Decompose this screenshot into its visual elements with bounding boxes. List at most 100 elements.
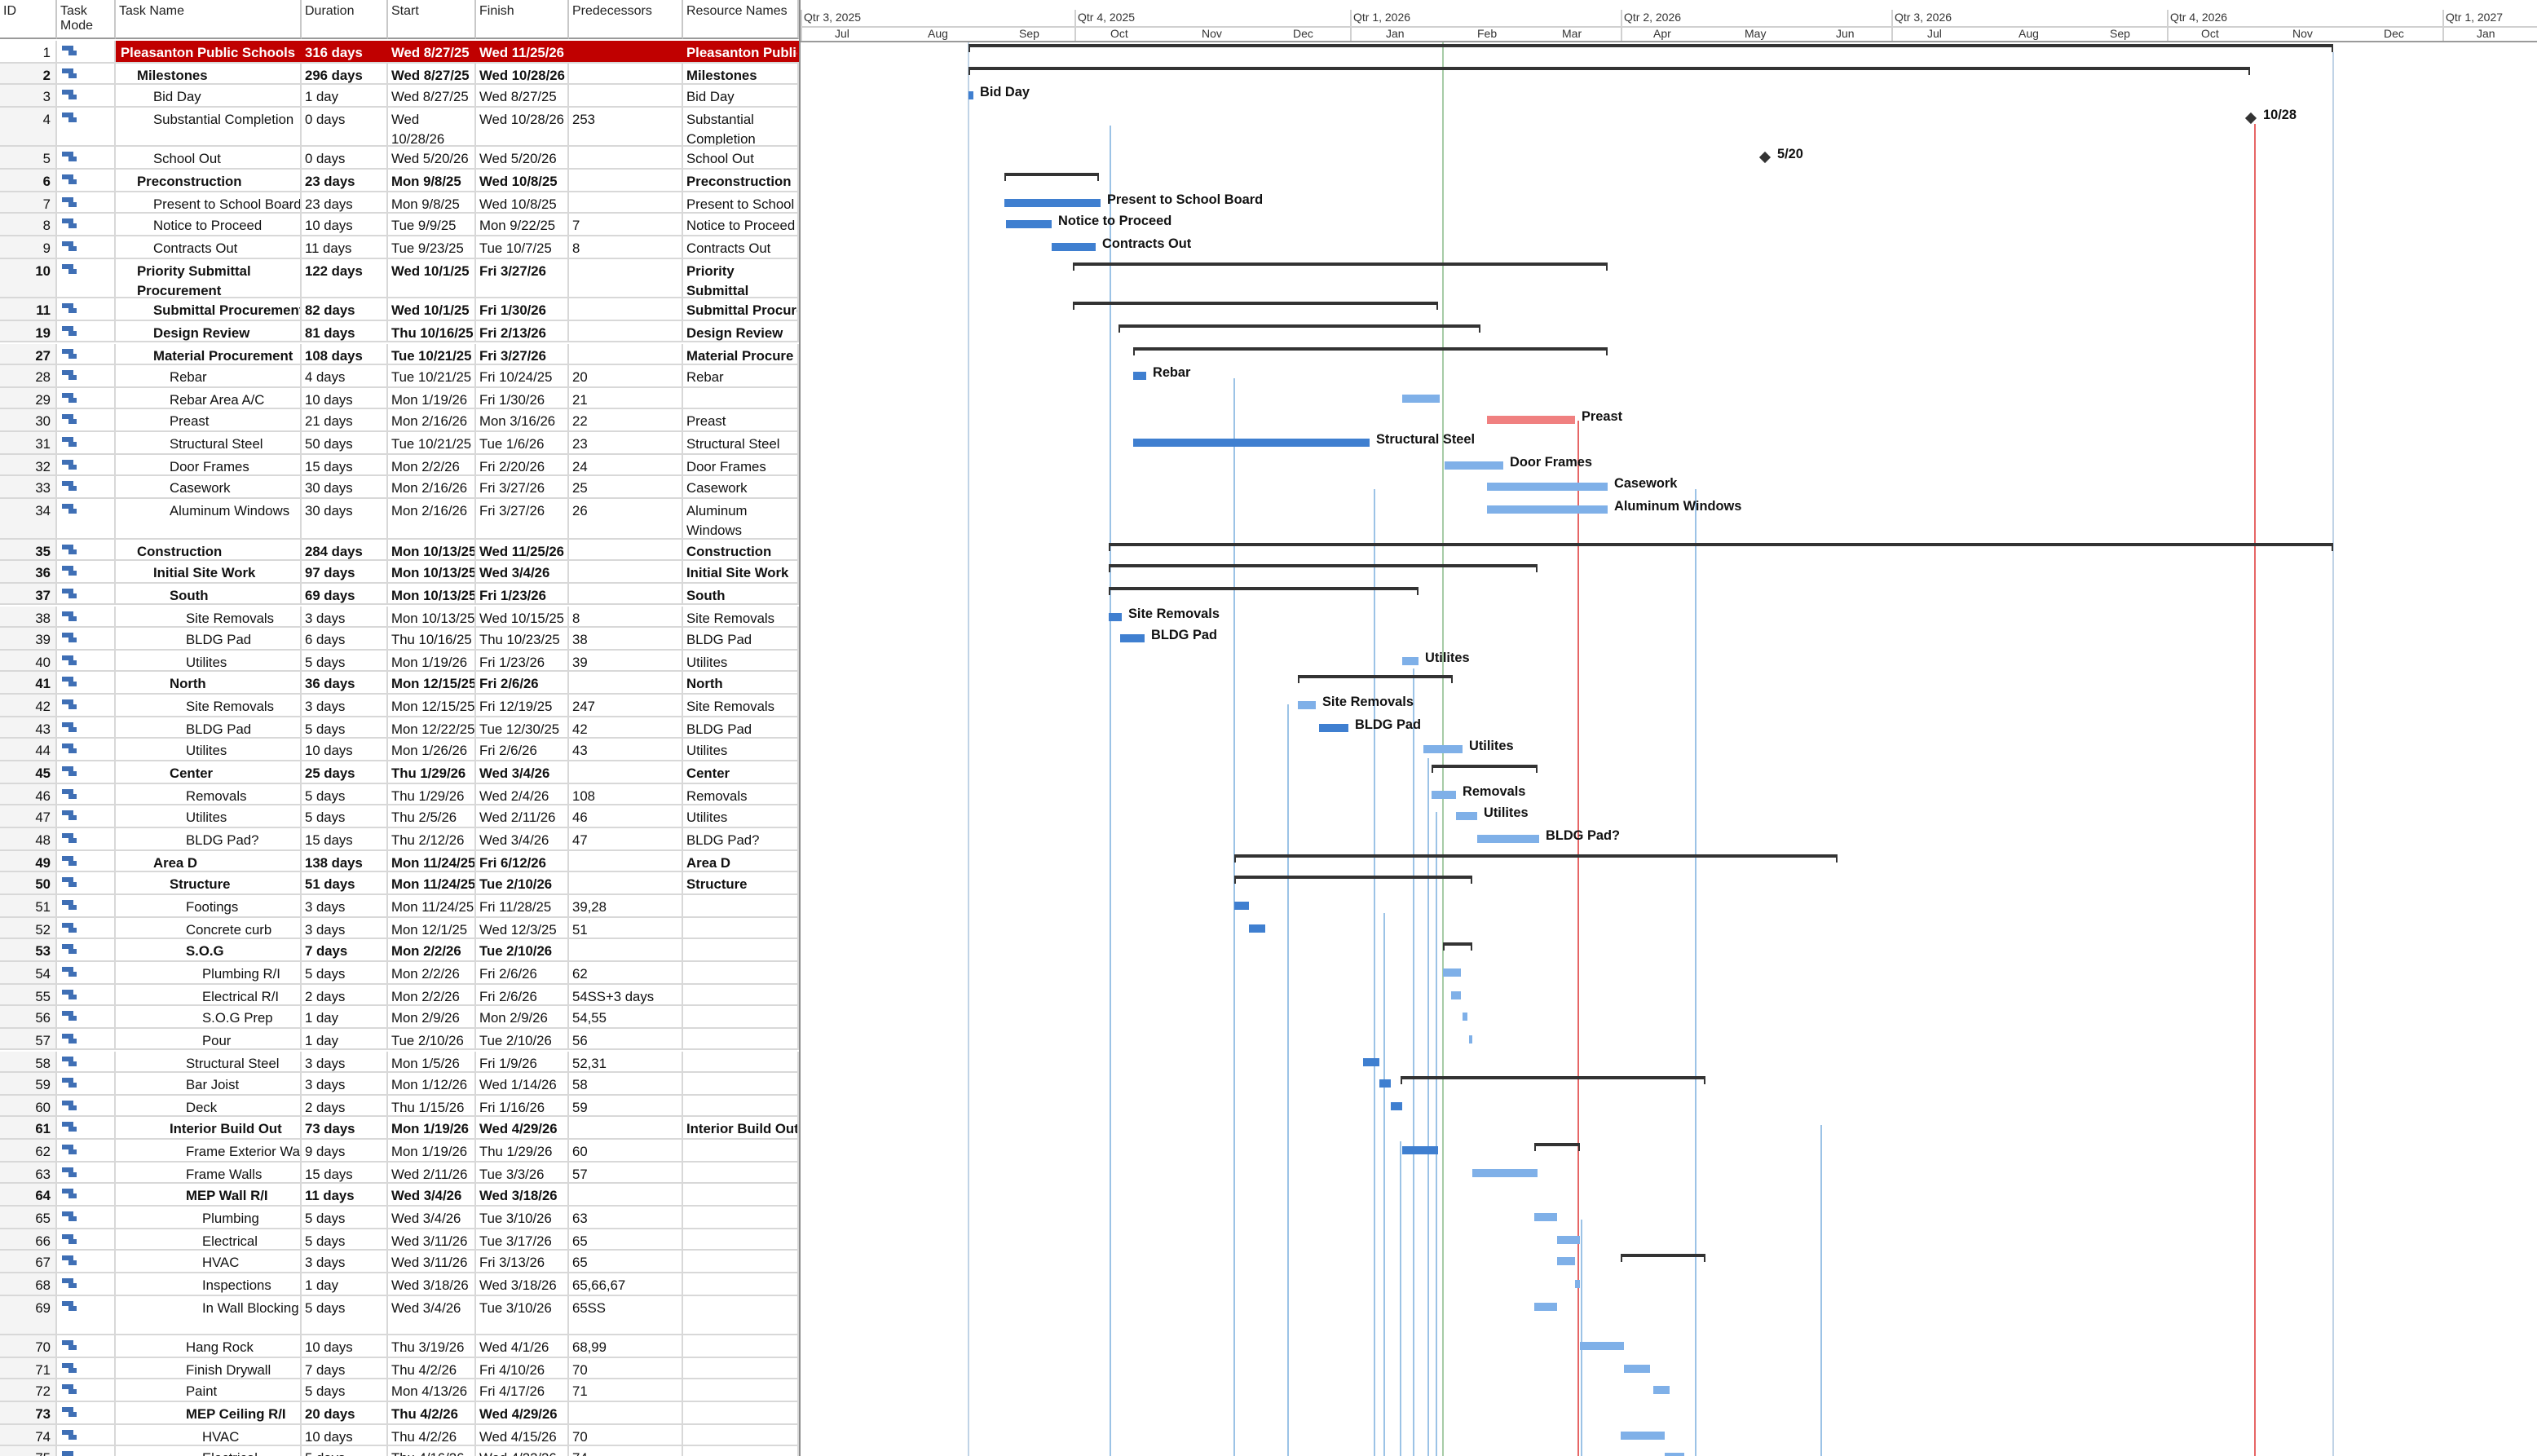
task-row[interactable]: 34 Aluminum Windows 30 days Mon 2/16/26 Fri …	[0, 499, 799, 540]
column-header-name[interactable]: Task Name	[116, 0, 302, 39]
cell-res	[683, 1295, 799, 1335]
task-row[interactable]: 56 S.O.G Prep 1 day Mon 2/9/26 Mon 2/9/26 54,…	[0, 1006, 799, 1029]
task-bar	[1557, 1235, 1580, 1244]
task-row[interactable]: 42 Site Removals 3 days Mon 12/15/25 Fri 12/…	[0, 695, 799, 717]
summary-bar	[1234, 876, 1472, 880]
task-row[interactable]: 73 MEP Ceiling R/I 20 days Thu 4/2/26 Wed 4/…	[0, 1402, 799, 1425]
task-row[interactable]: 65 Plumbing 5 days Wed 3/4/26 Tue 3/10/26 63	[0, 1207, 799, 1229]
cell-duration: 5 days	[302, 805, 388, 827]
column-header-finish[interactable]: Finish	[476, 0, 569, 39]
task-mode-icon	[62, 1429, 77, 1440]
task-row[interactable]: 33 Casework 30 days Mon 2/16/26 Fri 3/27/26 2…	[0, 476, 799, 500]
cell-name: Electrical	[116, 1229, 302, 1250]
task-row[interactable]: 11 Submittal Procurement 82 days Wed 10/1/2…	[0, 298, 799, 321]
task-row[interactable]: 41 North 36 days Mon 12/15/25 Fri 2/6/26 Nort…	[0, 672, 799, 695]
task-row[interactable]: 60 Deck 2 days Thu 1/15/26 Fri 1/16/26 59	[0, 1095, 799, 1118]
task-row[interactable]: 30 Preast 21 days Mon 2/16/26 Mon 3/16/26 22 P…	[0, 409, 799, 433]
task-row[interactable]: 39 BLDG Pad 6 days Thu 10/16/25 Thu 10/23/25…	[0, 628, 799, 651]
cell-name: Design Review	[116, 320, 302, 342]
task-row[interactable]: 4 Substantial Completion 0 days Wed 10/28/2…	[0, 107, 799, 148]
timescale-month: Jun	[1836, 29, 1855, 41]
task-row[interactable]: 37 South 69 days Mon 10/13/25 Fri 1/23/26 Sou…	[0, 583, 799, 606]
task-row[interactable]: 53 S.O.G 7 days Mon 2/2/26 Tue 2/10/26	[0, 939, 799, 962]
cell-id: 7	[0, 192, 57, 213]
task-mode-icon	[62, 348, 77, 358]
task-row[interactable]: 62 Frame Exterior Walls 9 days Mon 1/19/26 T…	[0, 1140, 799, 1163]
task-row[interactable]: 61 Interior Build Out 73 days Mon 1/19/26 We…	[0, 1117, 799, 1141]
task-row[interactable]: 10 Priority Submittal Procurement 122 days…	[0, 258, 799, 299]
task-row[interactable]: 66 Electrical 5 days Wed 3/11/26 Tue 3/17/26…	[0, 1229, 799, 1251]
task-row[interactable]: 74 HVAC 10 days Thu 4/2/26 Wed 4/15/26 70	[0, 1424, 799, 1447]
task-row[interactable]: 43 BLDG Pad 5 days Mon 12/22/25 Tue 12/30/25…	[0, 717, 799, 739]
column-header-duration[interactable]: Duration	[302, 0, 388, 39]
task-row[interactable]: 46 Removals 5 days Thu 1/29/26 Wed 2/4/26 108…	[0, 783, 799, 806]
task-row[interactable]: 72 Paint 5 days Mon 4/13/26 Fri 4/17/26 71	[0, 1379, 799, 1403]
task-row[interactable]: 2 Milestones 296 days Wed 8/27/25 Wed 10/28/…	[0, 63, 799, 86]
cell-pred	[569, 192, 683, 213]
column-header-res[interactable]: Resource Names	[683, 0, 799, 39]
column-header-start[interactable]: Start	[388, 0, 476, 39]
summary-bar	[1298, 675, 1453, 679]
task-row[interactable]: 51 Footings 3 days Mon 11/24/25 Fri 11/28/25…	[0, 894, 799, 918]
task-row[interactable]: 64 MEP Wall R/I 11 days Wed 3/4/26 Wed 3/18/…	[0, 1184, 799, 1207]
task-row[interactable]: 67 HVAC 3 days Wed 3/11/26 Fri 3/13/26 65	[0, 1251, 799, 1273]
cell-finish: Thu 1/29/26	[476, 1140, 569, 1161]
task-mode-icon	[62, 611, 77, 620]
task-row[interactable]: 44 Utilites 10 days Mon 1/26/26 Fri 2/6/26 43…	[0, 739, 799, 762]
task-mode-icon	[62, 174, 77, 185]
task-row[interactable]: 48 BLDG Pad? 15 days Thu 2/12/26 Wed 3/4/26 4…	[0, 828, 799, 851]
task-row[interactable]: 38 Site Removals 3 days Mon 10/13/25 Wed 10/…	[0, 606, 799, 629]
task-row[interactable]: 7 Present to School Board 23 days Mon 9/8/2…	[0, 192, 799, 214]
task-row[interactable]: 35 Construction 284 days Mon 10/13/25 Wed 11…	[0, 539, 799, 562]
task-row[interactable]: 9 Contracts Out 11 days Tue 9/23/25 Tue 10/7…	[0, 236, 799, 259]
task-row[interactable]: 68 Inspections 1 day Wed 3/18/26 Wed 3/18/26…	[0, 1273, 799, 1296]
task-row[interactable]: 47 Utilites 5 days Thu 2/5/26 Wed 2/11/26 46 U…	[0, 805, 799, 828]
task-row[interactable]: 6 Preconstruction 23 days Mon 9/8/25 Wed 10/…	[0, 170, 799, 192]
task-row[interactable]: 59 Bar Joist 3 days Mon 1/12/26 Wed 1/14/26 5…	[0, 1073, 799, 1096]
task-row[interactable]: 49 Area D 138 days Mon 11/24/25 Fri 6/12/26 A…	[0, 850, 799, 873]
task-row[interactable]: 27 Material Procurement 108 days Tue 10/21/…	[0, 343, 799, 366]
task-row[interactable]: 31 Structural Steel 50 days Tue 10/21/25 Tue…	[0, 432, 799, 455]
task-row[interactable]: 75 Electrical5 daysThu 4/16/26Wed 4/22/26…	[0, 1446, 799, 1456]
task-row[interactable]: 32 Door Frames 15 days Mon 2/2/26 Fri 2/20/2…	[0, 454, 799, 477]
task-row[interactable]: 45 Center 25 days Thu 1/29/26 Wed 3/4/26 Cent…	[0, 761, 799, 784]
column-header-pred[interactable]: Predecessors	[569, 0, 683, 39]
task-row[interactable]: 52 Concrete curb 3 days Mon 12/1/25 Wed 12/3…	[0, 917, 799, 940]
cell-finish: Wed 4/29/26	[476, 1402, 569, 1423]
cell-pred: 38	[569, 628, 683, 649]
task-row[interactable]: 28 Rebar 4 days Tue 10/21/25 Fri 10/24/25 20 R…	[0, 365, 799, 388]
task-row[interactable]: 1 Pleasanton Public Schools 316 days Wed 8/…	[0, 41, 799, 64]
task-row[interactable]: 40 Utilites 5 days Mon 1/19/26 Fri 1/23/26 39…	[0, 650, 799, 673]
cell-id: 44	[0, 739, 57, 761]
summary-cap	[1133, 346, 1135, 355]
cell-duration: 15 days	[302, 1162, 388, 1183]
timescale-month: Aug	[2019, 29, 2039, 41]
task-row[interactable]: 58 Structural Steel 3 days Mon 1/5/26 Fri 1/…	[0, 1051, 799, 1074]
task-row[interactable]: 8 Notice to Proceed 10 days Tue 9/9/25 Mon 9…	[0, 214, 799, 237]
cell-finish: Wed 3/18/26	[476, 1184, 569, 1206]
column-header-mode[interactable]: Task Mode	[57, 0, 116, 39]
task-row[interactable]: 5 School Out 0 days Wed 5/20/26 Wed 5/20/26 S…	[0, 147, 799, 170]
task-row[interactable]: 50 Structure 51 days Mon 11/24/25 Tue 2/10/2…	[0, 872, 799, 895]
timescale-month: Feb	[1477, 29, 1498, 41]
cell-mode	[57, 984, 116, 1005]
task-row[interactable]: 63 Frame Walls 15 days Wed 2/11/26 Tue 3/3/2…	[0, 1162, 799, 1185]
task-row[interactable]: 29 Rebar Area A/C 10 days Mon 1/19/26 Fri 1/…	[0, 387, 799, 410]
task-row[interactable]: 69 In Wall Blocking 5 days Wed 3/4/26 Tue 3/…	[0, 1295, 799, 1336]
task-row[interactable]: 54 Plumbing R/I 5 days Mon 2/2/26 Fri 2/6/26…	[0, 961, 799, 985]
task-row[interactable]: 36 Initial Site Work 97 days Mon 10/13/25 We…	[0, 561, 799, 584]
cell-id: 63	[0, 1162, 57, 1183]
column-header-id[interactable]: ID	[0, 0, 57, 39]
task-bar-label: Notice to Proceed	[1058, 214, 1172, 229]
cell-res	[683, 1095, 799, 1116]
cell-pred	[569, 939, 683, 960]
task-row[interactable]: 55 Electrical R/I 2 days Mon 2/2/26 Fri 2/6/…	[0, 984, 799, 1007]
cell-name: Utilites	[116, 650, 302, 671]
task-row[interactable]: 57 Pour 1 day Tue 2/10/26 Tue 2/10/26 56	[0, 1028, 799, 1051]
task-row[interactable]: 19 Design Review 81 days Thu 10/16/25 Fri 2/…	[0, 320, 799, 343]
task-row[interactable]: 3 Bid Day 1 day Wed 8/27/25 Wed 8/27/25 Bid D…	[0, 85, 799, 108]
cell-res: Aluminum Windows	[683, 499, 799, 538]
task-row[interactable]: 71 Finish Drywall 7 days Thu 4/2/26 Fri 4/10…	[0, 1357, 799, 1380]
task-bar	[1249, 924, 1265, 933]
task-row[interactable]: 70 Hang Rock 10 days Thu 3/19/26 Wed 4/1/26 6…	[0, 1335, 799, 1358]
